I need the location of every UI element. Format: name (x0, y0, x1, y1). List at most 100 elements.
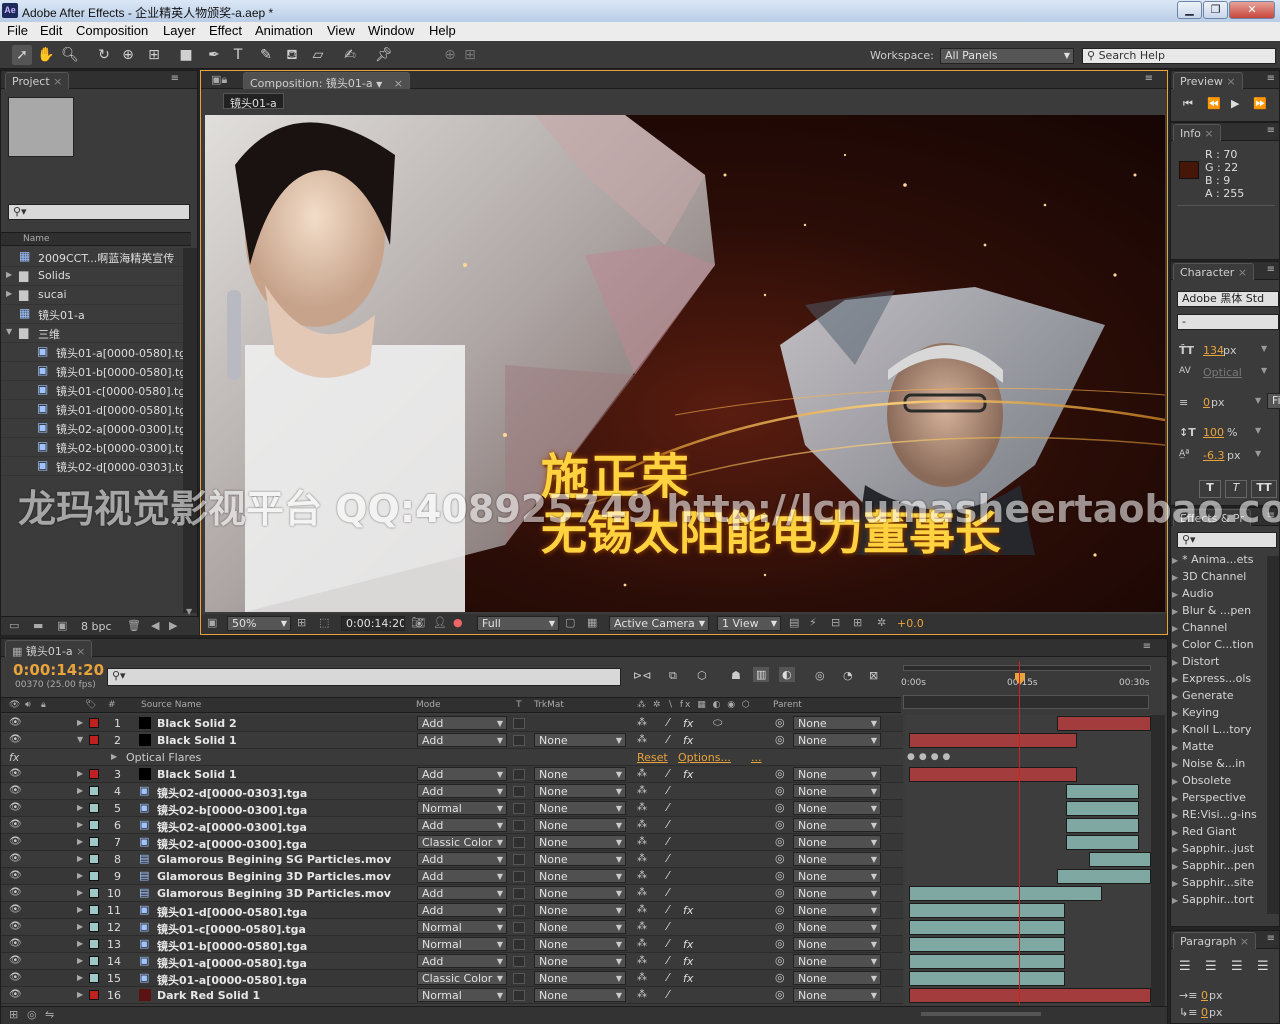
visibility-eye-icon[interactable]: 👁︎ (9, 938, 22, 949)
visibility-eye-icon[interactable]: 👁︎ (9, 887, 22, 898)
visibility-eye-icon[interactable]: 👁︎ (9, 734, 22, 745)
disclosure-triangle-icon[interactable]: ▶ (1172, 879, 1178, 888)
fast-previews-icon[interactable]: ⚡︎ (809, 616, 817, 629)
font-size-value[interactable]: 134 (1203, 344, 1224, 357)
layer-source-name[interactable]: Dark Red Solid 1 (157, 989, 260, 1002)
all-caps-button[interactable]: TT (1251, 480, 1277, 498)
disclosure-triangle-icon[interactable]: ▶ (77, 905, 83, 914)
effects-search-input[interactable]: ⚲▾ (1177, 532, 1277, 548)
project-item[interactable]: ▦ 镜头01-a (1, 305, 183, 324)
trkmat-dropdown[interactable]: None ▼ (534, 801, 626, 815)
timeline-current-time[interactable]: 0:00:14:20 (13, 661, 104, 679)
hide-shy-icon[interactable]: ☗ (731, 669, 741, 682)
layer-source-name[interactable]: 镜头02-a[0000-0300].tga (157, 819, 307, 833)
lock-switch-icon[interactable]: 🔒︎ (41, 700, 46, 710)
layer-source-name[interactable]: 镜头01-a[0000-0580].tga (157, 955, 307, 969)
camera-tool-icon[interactable]: ⊕ (118, 45, 138, 65)
fx-switch-icon[interactable]: fx (683, 904, 693, 917)
font-style-field[interactable]: - (1177, 314, 1279, 330)
layer-mode-dropdown[interactable]: Add ▼ (417, 886, 507, 900)
parent-dropdown[interactable]: None ▼ (793, 954, 881, 968)
disclosure-triangle-icon[interactable]: ▶ (1172, 896, 1178, 905)
column-t[interactable]: T (516, 700, 522, 710)
quality-switch-icon[interactable]: ⁄ (667, 903, 669, 916)
expand-modes-icon[interactable]: ◎ (27, 1008, 37, 1021)
layer-source-name[interactable]: 镜头02-a[0000-0300].tga (157, 836, 307, 850)
disclosure-triangle-icon[interactable]: ▶ (1172, 556, 1178, 565)
layer-mode-dropdown[interactable]: Add ▼ (417, 852, 507, 866)
effect-category[interactable]: ▶ Perspective (1172, 791, 1262, 808)
preserve-transparency-checkbox[interactable] (513, 871, 525, 882)
preserve-transparency-checkbox[interactable] (513, 922, 525, 933)
disclosure-triangle-icon[interactable]: ▶ (1172, 726, 1178, 735)
faux-bold-button[interactable]: T (1199, 480, 1221, 498)
chevron-down-icon[interactable]: ▼ (1255, 396, 1261, 405)
resolution-dropdown[interactable]: Full ▼ (477, 616, 559, 631)
exposure-value[interactable]: +0.0 (897, 617, 924, 630)
layer-row[interactable]: 👁︎ ▶ 12 ▣ 镜头01-c[0000-0580].tga Normal ▼ None ▼ ⁂… (1, 919, 903, 936)
disclosure-triangle-icon[interactable]: ▶ (1172, 709, 1178, 718)
trkmat-dropdown[interactable]: None ▼ (534, 852, 626, 866)
flowchart-icon[interactable]: ⊞ (853, 616, 862, 629)
effect-more-link[interactable]: ... (751, 751, 762, 764)
pick-whip-icon[interactable]: ◎ (775, 818, 785, 831)
tab-info[interactable]: Info × (1173, 124, 1221, 141)
magnification-dropdown[interactable]: 50% ▼ (227, 616, 291, 631)
camera-dropdown[interactable]: Active Camera ▼ (609, 616, 709, 631)
quality-switch-icon[interactable]: ⁄ (667, 937, 669, 950)
parent-dropdown[interactable]: None ▼ (793, 869, 881, 883)
parent-dropdown[interactable]: None ▼ (793, 988, 881, 1002)
effect-options-link[interactable]: Options... (678, 751, 731, 764)
visibility-eye-icon[interactable]: 👁︎ (9, 836, 22, 847)
axis-world-icon[interactable]: ⊞ (460, 45, 480, 65)
layer-row[interactable]: 👁︎ ▶ 7 ▣ 镜头02-a[0000-0300].tga Classic Color ▼… (1, 834, 903, 851)
disclosure-triangle-icon[interactable]: ▶ (77, 718, 83, 727)
effect-category[interactable]: ▶ Distort (1172, 655, 1262, 672)
pan-behind-icon[interactable]: ⊞ (144, 45, 164, 65)
rotate-tool-icon[interactable]: ↻ (94, 45, 114, 65)
audio-switch-icon[interactable]: 🔊︎ (25, 700, 31, 710)
project-item[interactable]: ▣ 镜头02-a[0000-0300].tga (1, 419, 183, 438)
visibility-eye-icon[interactable]: 👁︎ (9, 955, 22, 966)
disclosure-triangle-icon[interactable]: ▶ (1172, 777, 1178, 786)
disclosure-triangle-icon[interactable]: ▶ (77, 888, 83, 897)
layer-source-name[interactable]: 镜头01-c[0000-0580].tga (157, 921, 306, 935)
shy-switch-icon[interactable]: ⁂ (637, 904, 647, 915)
always-preview-icon[interactable]: ▣ (207, 616, 217, 629)
fx-switch-icon[interactable]: fx (683, 955, 693, 968)
layer-duration-bar[interactable] (909, 971, 1065, 986)
pick-whip-icon[interactable]: ◎ (775, 767, 785, 780)
tab-project[interactable]: Project × (5, 72, 70, 89)
disclosure-triangle-icon[interactable]: ▶ (77, 990, 83, 999)
preserve-transparency-checkbox[interactable] (513, 837, 525, 848)
column-source-name[interactable]: Source Name (141, 700, 201, 710)
shy-switch-icon[interactable]: ⁂ (637, 768, 647, 779)
project-item[interactable]: ▣ 镜头01-c[0000-0580].tga (1, 381, 183, 400)
shy-switch-icon[interactable]: ⁂ (637, 870, 647, 881)
new-folder-icon[interactable]: ▬ (33, 619, 43, 632)
shy-switch-icon[interactable]: ⁂ (637, 819, 647, 830)
effect-reset-link[interactable]: Reset (637, 751, 668, 764)
timeline-icon[interactable]: ⊟ (831, 616, 840, 629)
menu-composition[interactable]: Composition (76, 23, 148, 38)
layer-mode-dropdown[interactable]: Normal ▼ (417, 801, 507, 815)
trash-icon[interactable]: 🗑︎ (127, 619, 141, 632)
shy-switch-icon[interactable]: ⁂ (637, 887, 647, 898)
preserve-transparency-checkbox[interactable] (513, 939, 525, 950)
show-snapshot-icon[interactable]: 👤︎ (433, 616, 447, 629)
trkmat-dropdown[interactable]: None ▼ (534, 954, 626, 968)
effect-category[interactable]: ▶ Obsolete (1172, 774, 1262, 791)
trkmat-dropdown[interactable]: None ▼ (534, 818, 626, 832)
disclosure-triangle-icon[interactable]: ▼ (77, 735, 83, 744)
pick-whip-icon[interactable]: ◎ (775, 886, 785, 899)
scroll-right-icon[interactable]: ▶ (169, 619, 177, 632)
panel-menu-icon[interactable]: ≡ (1145, 73, 1153, 84)
lock-icon[interactable]: ▣🔒︎ (211, 73, 227, 87)
pick-whip-icon[interactable]: ◎ (775, 852, 785, 865)
project-item[interactable]: ▶ ▆ Solids (1, 267, 183, 286)
effect-category[interactable]: ▶ Audio (1172, 587, 1262, 604)
timeline-zoom-slider[interactable] (921, 1012, 1041, 1016)
disclosure-triangle-icon[interactable]: ▶ (1172, 658, 1178, 667)
trkmat-dropdown[interactable]: None ▼ (534, 988, 626, 1002)
layer-row[interactable]: 👁︎ ▶ 14 ▣ 镜头01-a[0000-0580].tga Add ▼ None ▼ ⁂ ⁄ fx… (1, 953, 903, 970)
